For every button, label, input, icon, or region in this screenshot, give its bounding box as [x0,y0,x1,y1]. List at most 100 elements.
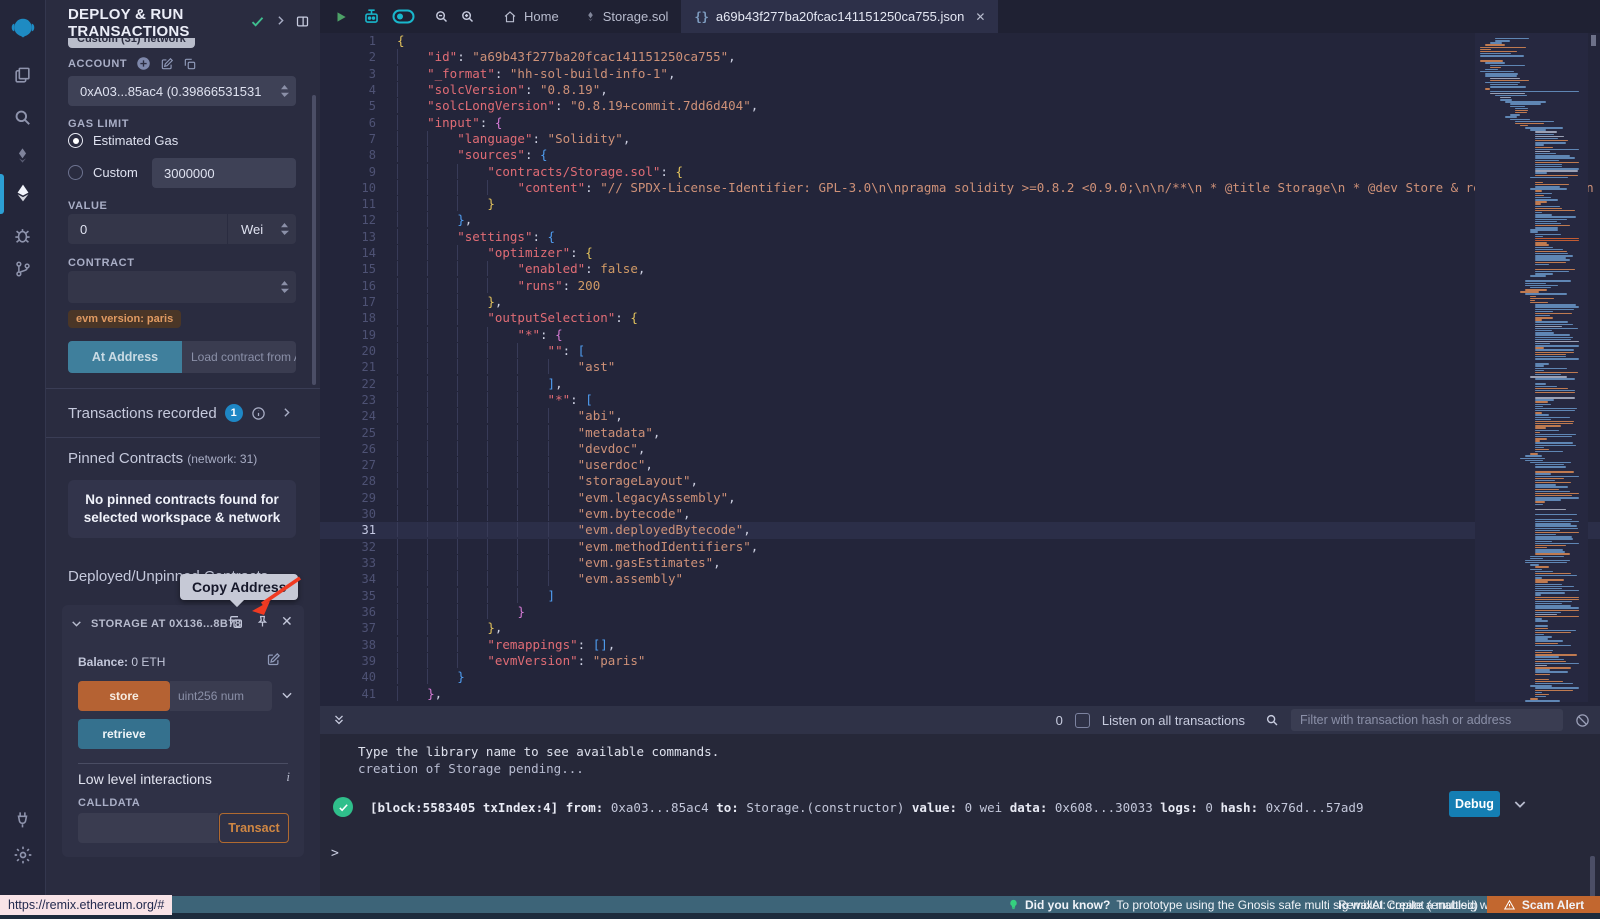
low-level-info-icon[interactable]: i [286,769,290,785]
settings-gear-icon[interactable] [0,838,45,872]
code-line[interactable]: 32 "evm.methodIdentifiers", [320,539,1600,555]
expand-transactions-icon[interactable] [280,406,293,419]
pin-contract-icon[interactable] [255,614,270,629]
pin-view-icon[interactable] [295,14,310,29]
info-icon[interactable] [251,406,266,421]
search-icon[interactable] [0,100,45,134]
scam-alert-button[interactable]: Scam Alert [1487,896,1600,913]
code-line[interactable]: 36 } [320,604,1600,620]
code-line[interactable]: 26 "devdoc", [320,441,1600,457]
estimated-gas-radio[interactable] [68,133,83,148]
code-line[interactable]: 10 "content": "// SPDX-License-Identifie… [320,180,1600,196]
listen-checkbox[interactable] [1075,713,1090,728]
store-function-button[interactable]: store [78,681,170,711]
code-line[interactable]: 23 "*": [ [320,392,1600,408]
collapse-panel-icon[interactable] [274,14,287,27]
code-line[interactable]: 16 "runs": 200 [320,278,1600,294]
solidity-compiler-icon[interactable] [0,138,45,172]
code-line[interactable]: 7 "language": "Solidity", [320,131,1600,147]
edit-account-icon[interactable] [160,57,174,71]
at-address-button[interactable]: At Address [68,341,182,373]
value-input[interactable]: 0 [68,222,227,237]
editor-scrollbar[interactable] [1591,35,1596,46]
code-line[interactable]: 37 }, [320,620,1600,636]
code-line[interactable]: 27 "userdoc", [320,457,1600,473]
close-tab-icon[interactable]: ✕ [975,10,985,24]
code-line[interactable]: 3 "_format": "hh-sol-build-info-1", [320,66,1600,82]
code-line[interactable]: 13 "settings": { [320,229,1600,245]
filter-input[interactable]: Filter with transaction hash or address [1291,709,1563,731]
code-line[interactable]: 14 "optimizer": { [320,245,1600,261]
expand-tx-icon[interactable] [1512,796,1528,812]
contract-select[interactable] [68,271,296,303]
tx-log-line[interactable]: [block:5583405 txIndex:4] from: 0xa03...… [370,800,1363,815]
git-icon[interactable] [0,252,45,286]
clear-terminal-icon[interactable] [1575,713,1590,728]
calldata-input[interactable] [78,813,218,843]
debug-button[interactable]: Debug [1449,791,1500,817]
code-line[interactable]: 2 "id": "a69b43f277ba20fcac141151250ca75… [320,49,1600,65]
code-lines[interactable]: 1{2 "id": "a69b43f277ba20fcac141151250ca… [320,33,1600,702]
collapse-contract-icon[interactable] [70,617,83,630]
code-line[interactable]: 4 "solcVersion": "0.8.19", [320,82,1600,98]
remove-contract-icon[interactable]: ✕ [281,613,293,630]
custom-gas-option[interactable]: Custom [68,165,138,180]
zoom-out-icon[interactable] [428,0,454,33]
code-line[interactable]: 25 "metadata", [320,425,1600,441]
plugin-manager-icon[interactable] [0,802,45,836]
copy-account-icon[interactable] [183,57,197,71]
tab-home[interactable]: Home [490,0,572,33]
terminal-prompt[interactable]: > [331,846,339,861]
code-line[interactable]: 22 ], [320,376,1600,392]
code-line[interactable]: 19 "*": { [320,327,1600,343]
code-line[interactable]: 35 ] [320,588,1600,604]
contract-card-header[interactable]: STORAGE AT 0X136...8B78 [70,617,241,630]
value-unit-select[interactable]: Wei [228,222,280,237]
code-line[interactable]: 20 "": [ [320,343,1600,359]
code-line[interactable]: 28 "storageLayout", [320,473,1600,489]
code-line[interactable]: 21 "ast" [320,359,1600,375]
zoom-in-icon[interactable] [454,0,480,33]
ai-copilot-toggle-icon[interactable] [386,0,420,33]
copy-address-icon[interactable] [228,614,244,630]
deploy-run-icon[interactable] [0,176,45,210]
debugger-icon[interactable] [0,218,45,252]
code-line[interactable]: 18 "outputSelection": { [320,310,1600,326]
copilot-status[interactable]: RemixAI Copilot (enabled) [1338,896,1478,913]
code-line[interactable]: 17 }, [320,294,1600,310]
code-line[interactable]: 39 "evmVersion": "paris" [320,653,1600,669]
code-line[interactable]: 12 }, [320,212,1600,228]
file-explorer-icon[interactable] [0,58,45,92]
account-select[interactable]: 0xA03...85ac4 (0.39866531531 [68,76,296,106]
code-line[interactable]: 41 }, [320,686,1600,702]
code-line[interactable]: 15 "enabled": false, [320,261,1600,277]
estimated-gas-option[interactable]: Estimated Gas [68,133,178,148]
custom-gas-input[interactable]: 3000000 [152,158,296,188]
code-line[interactable]: 24 "abi", [320,408,1600,424]
code-line[interactable]: 5 "solcLongVersion": "0.8.19+commit.7dd6… [320,98,1600,114]
code-line[interactable]: 8 "sources": { [320,147,1600,163]
code-line[interactable]: 33 "evm.gasEstimates", [320,555,1600,571]
remix-logo-icon[interactable] [0,8,45,52]
tab-build-info-json[interactable]: {} a69b43f277ba20fcac141151250ca755.json… [681,0,998,33]
code-line[interactable]: 34 "evm.assembly" [320,571,1600,587]
code-line[interactable]: 31 "evm.deployedBytecode", [320,522,1600,538]
code-line[interactable]: 1{ [320,33,1600,49]
code-line[interactable]: 6 "input": { [320,115,1600,131]
remix-ai-robot-icon[interactable] [356,0,386,33]
code-line[interactable]: 30 "evm.bytecode", [320,506,1600,522]
panel-scrollbar[interactable] [312,95,316,385]
code-line[interactable]: 40 } [320,669,1600,685]
tab-storage-sol[interactable]: Storage.sol [572,0,682,33]
edit-balance-icon[interactable] [266,652,281,667]
add-account-icon[interactable] [136,56,151,71]
store-arg-input[interactable]: uint256 num [170,681,272,711]
code-line[interactable]: 29 "evm.legacyAssembly", [320,490,1600,506]
retrieve-function-button[interactable]: retrieve [78,719,170,749]
minimap[interactable] [1475,33,1588,702]
code-line[interactable]: 38 "remappings": [], [320,637,1600,653]
custom-gas-radio[interactable] [68,165,83,180]
code-line[interactable]: 11 } [320,196,1600,212]
expand-store-args-icon[interactable] [280,688,294,702]
expand-terminal-icon[interactable] [332,713,346,727]
